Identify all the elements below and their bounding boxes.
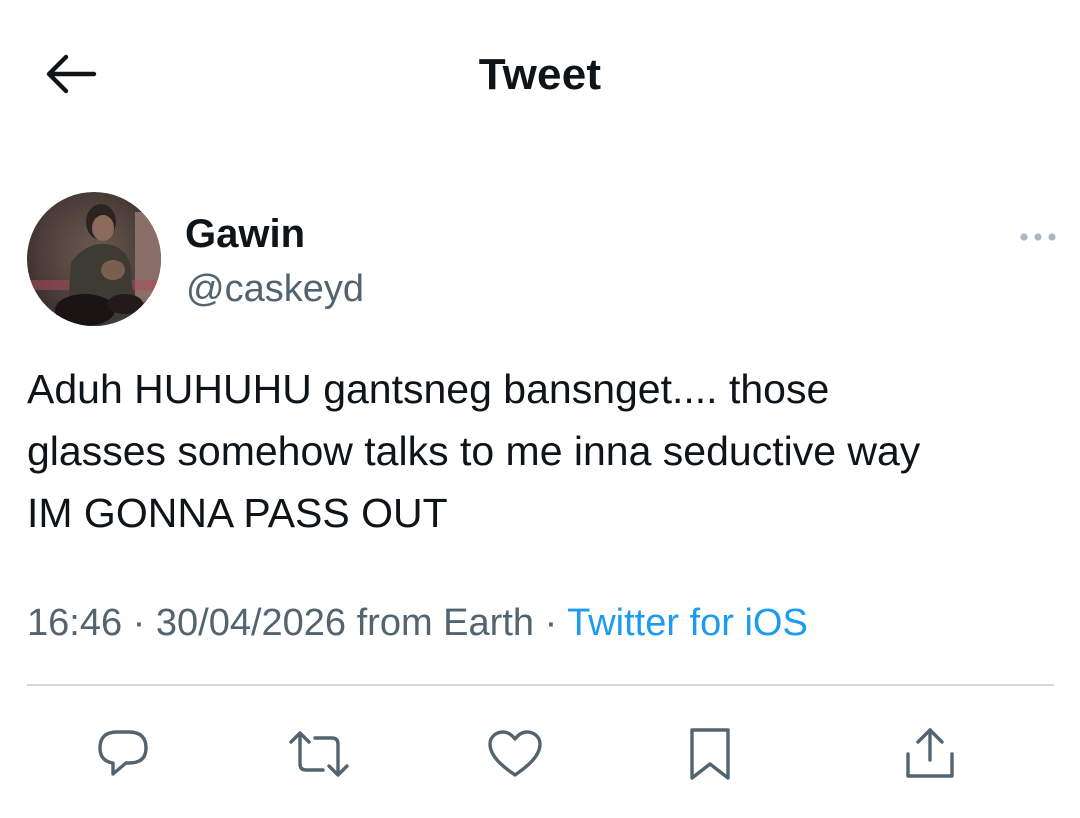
retweet-button[interactable] — [287, 722, 351, 786]
meta-separator: · — [544, 602, 558, 644]
divider — [27, 684, 1054, 686]
tweet-time[interactable]: 16:46 — [27, 602, 122, 644]
tweet-source-link[interactable]: Twitter for iOS — [567, 602, 808, 644]
meta-separator: · — [132, 602, 146, 644]
share-button[interactable] — [898, 722, 962, 786]
avatar[interactable] — [27, 192, 161, 326]
tweet-text-line: Aduh HUHUHU gantsneg bansnget.... those — [27, 366, 830, 412]
heart-icon — [488, 730, 542, 777]
bookmark-button[interactable] — [678, 722, 742, 786]
top-bar: Tweet — [0, 0, 1080, 150]
tweet-meta: 16:46 · 30/04/2026 from Earth · Twitter … — [27, 598, 808, 648]
tweet-text-line: IM GONNA PASS OUT — [27, 490, 448, 536]
more-horizontal-icon — [1020, 233, 1056, 241]
retweet-icon — [289, 731, 349, 777]
author-handle[interactable]: @caskeyd — [186, 266, 364, 312]
reply-button[interactable] — [91, 722, 155, 786]
tweet-location: from Earth — [356, 602, 535, 644]
like-button[interactable] — [483, 722, 547, 786]
author-display-name[interactable]: Gawin — [185, 210, 305, 258]
tweet-text: Aduh HUHUHU gantsneg bansnget.... those … — [27, 358, 1057, 544]
tweet-page: Tweet Gawin @caskeyd Aduh HUHUHU gantsne… — [0, 0, 1080, 818]
share-icon — [906, 728, 954, 778]
more-options-button[interactable] — [1010, 222, 1066, 252]
page-title: Tweet — [478, 50, 602, 99]
bookmark-icon — [690, 728, 730, 780]
tweet-date[interactable]: 30/04/2026 — [156, 602, 346, 644]
tweet-text-line: glasses somehow talks to me inna seducti… — [27, 428, 921, 474]
avatar-photo — [27, 192, 161, 326]
reply-icon — [98, 730, 148, 776]
